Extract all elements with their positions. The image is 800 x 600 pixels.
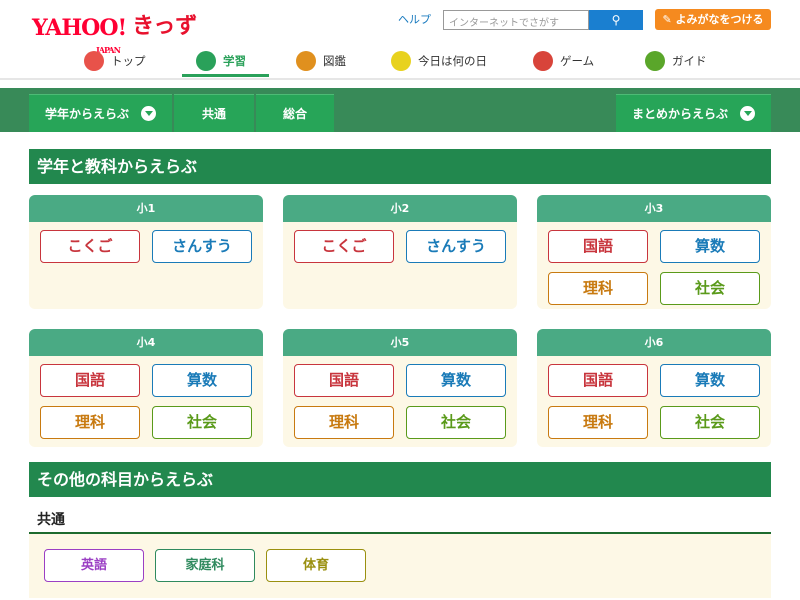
subject-button[interactable]: 国語 <box>294 364 394 397</box>
grade-card: 小5 国語 算数 理科 社会 <box>283 329 517 447</box>
logo-yahoo: YAHOO! JAPAN <box>32 15 127 55</box>
chevron-down-icon <box>740 106 755 121</box>
beginner-mark-icon <box>645 51 665 71</box>
subject-button[interactable]: 国語 <box>548 230 648 263</box>
nav-item[interactable]: トップ <box>84 46 146 76</box>
divider <box>0 78 800 80</box>
grade-card: 小4 国語 算数 理科 社会 <box>29 329 263 447</box>
grade-card: 小6 国語 算数 理科 社会 <box>537 329 771 447</box>
tab-summary[interactable]: まとめからえらぶ <box>616 94 771 132</box>
logo-kids: きっず <box>132 14 198 39</box>
yomigana-button[interactable]: ✎ よみがなをつける <box>655 9 771 30</box>
subject-button[interactable]: さんすう <box>152 230 252 263</box>
search-button[interactable]: ⚲ <box>589 10 643 30</box>
subject-button[interactable]: こくご <box>294 230 394 263</box>
grade-title: 小5 <box>283 329 517 356</box>
subject-button[interactable]: 国語 <box>40 364 140 397</box>
group-title: 共通 <box>29 505 771 534</box>
subject-button[interactable]: 社会 <box>660 272 760 305</box>
subject-button[interactable]: 理科 <box>40 406 140 439</box>
grade-title: 小4 <box>29 329 263 356</box>
house-icon <box>84 51 104 71</box>
nav-item[interactable]: 図鑑 <box>296 46 346 76</box>
subject-button[interactable]: 社会 <box>660 406 760 439</box>
subject-button[interactable]: 社会 <box>406 406 506 439</box>
subject-button[interactable]: 家庭科 <box>155 549 255 582</box>
nav-label: 今日は何の日 <box>418 54 487 68</box>
tab-label: 学年からえらぶ <box>44 107 129 121</box>
subject-button[interactable]: 理科 <box>294 406 394 439</box>
tab-grade[interactable]: 学年からえらぶ <box>29 94 172 132</box>
subject-button[interactable]: 算数 <box>660 230 760 263</box>
grade-card: 小3 国語 算数 理科 社会 <box>537 195 771 309</box>
subject-button[interactable]: 算数 <box>660 364 760 397</box>
yahoo-kids-logo[interactable]: YAHOO! JAPAN きっず <box>32 6 198 55</box>
subject-button[interactable]: 算数 <box>406 364 506 397</box>
subject-button[interactable]: 英語 <box>44 549 144 582</box>
subject-button[interactable]: さんすう <box>406 230 506 263</box>
book-icon <box>296 51 316 71</box>
tab-label: まとめからえらぶ <box>631 107 728 121</box>
section-title: 学年と教科からえらぶ <box>29 149 771 184</box>
grade-title: 小3 <box>537 195 771 222</box>
grade-card: 小2 こくご さんすう <box>283 195 517 309</box>
search-icon: ⚲ <box>611 13 621 27</box>
nav-label: トップ <box>111 54 146 68</box>
grade-title: 小1 <box>29 195 263 222</box>
yomigana-label: よみがなをつける <box>675 13 764 26</box>
subject-button[interactable]: 算数 <box>152 364 252 397</box>
chevron-down-icon <box>141 106 156 121</box>
section-title: その他の科目からえらぶ <box>29 462 771 497</box>
nav-item[interactable]: ゲーム <box>533 46 594 76</box>
calendar-icon <box>391 51 411 71</box>
nav-label: ガイド <box>672 54 707 68</box>
nav-item[interactable]: ガイド <box>645 46 707 76</box>
nav-label: ゲーム <box>560 54 595 68</box>
nav-label: 図鑑 <box>323 54 346 68</box>
puzzle-icon <box>533 51 553 71</box>
grade-card: 小1 こくご さんすう <box>29 195 263 309</box>
nav-item[interactable]: 今日は何の日 <box>391 46 487 76</box>
subject-button[interactable]: 理科 <box>548 406 648 439</box>
nav-label: 学習 <box>223 54 246 68</box>
subject-button[interactable]: 国語 <box>548 364 648 397</box>
subject-button[interactable]: こくご <box>40 230 140 263</box>
tab-general[interactable]: 総合 <box>256 94 334 132</box>
grade-title: 小2 <box>283 195 517 222</box>
subject-button[interactable]: 社会 <box>152 406 252 439</box>
tab-common[interactable]: 共通 <box>174 94 254 132</box>
subject-button[interactable]: 理科 <box>548 272 648 305</box>
nav-item[interactable]: 学習 <box>196 46 246 76</box>
search-input[interactable]: インターネットでさがす <box>443 10 589 30</box>
pencil-icon <box>196 51 216 71</box>
grade-title: 小6 <box>537 329 771 356</box>
active-nav-indicator <box>182 74 269 77</box>
help-link[interactable]: ヘルプ <box>398 11 431 27</box>
pencil-icon: ✎ <box>662 13 676 26</box>
subject-button[interactable]: 体育 <box>266 549 366 582</box>
